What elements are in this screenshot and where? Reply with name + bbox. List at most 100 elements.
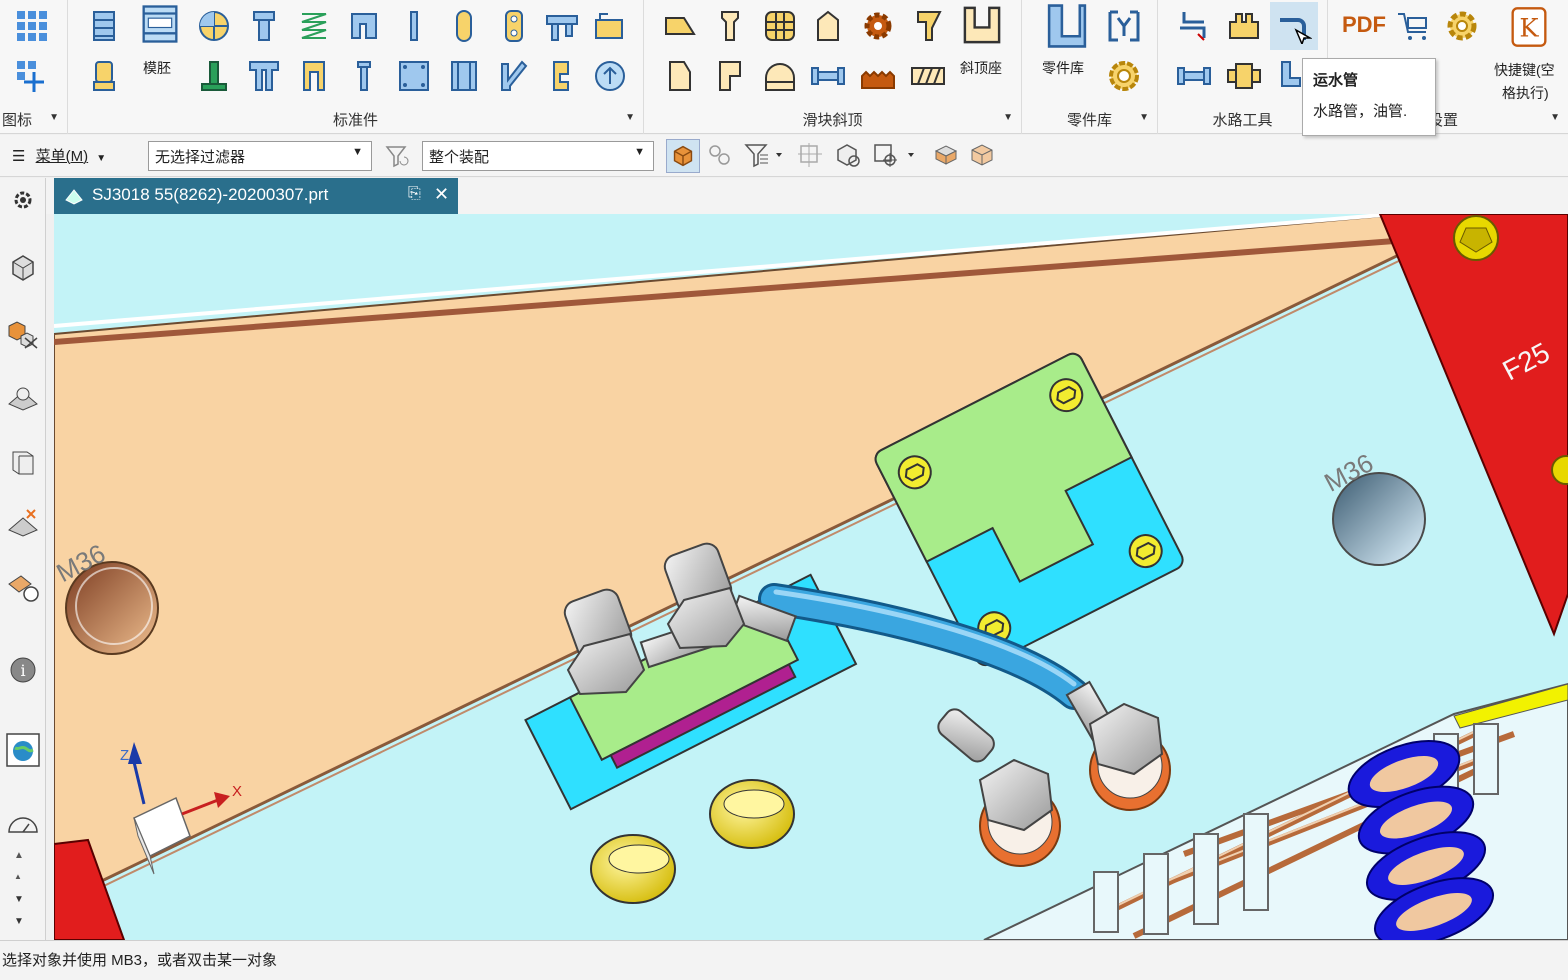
ejector-pin-icon[interactable] <box>84 56 124 96</box>
history-icon[interactable] <box>5 808 41 844</box>
tab-save-icon[interactable]: ⎘ <box>408 185 421 203</box>
cart-icon[interactable] <box>1394 6 1434 46</box>
group-caption-standard-parts[interactable]: 标准件 ▼ <box>68 109 643 130</box>
circle-arrow-icon[interactable] <box>590 56 630 96</box>
scroll-up-icon[interactable]: ▲ <box>14 850 24 861</box>
assembly-scope-dropdown[interactable]: 整个装配 ▼ <box>422 141 654 171</box>
parts-library-label: 零件库 <box>1042 60 1084 76</box>
view-box-icon[interactable] <box>932 141 960 169</box>
hatched-plate-icon[interactable] <box>908 56 948 96</box>
menu-button[interactable]: ☰ 菜单(M) ▼ <box>12 145 106 166</box>
info-icon[interactable]: i <box>5 652 41 688</box>
document-tab-bar: SJ3018 55(8262)-20200307.prt ⎘ ✕ <box>46 178 1568 214</box>
filter-reset-icon[interactable] <box>384 143 410 169</box>
group-caption-parts-library[interactable]: 零件库 ▼ <box>1022 109 1157 130</box>
chevron-down-icon: ▼ <box>96 153 107 164</box>
grid-move-icon[interactable] <box>12 56 52 96</box>
mold-base-icon[interactable] <box>138 0 182 48</box>
lifter-seat-icon[interactable] <box>958 0 1006 50</box>
plate-holes-icon[interactable] <box>394 56 434 96</box>
svg-text:K: K <box>1519 13 1539 43</box>
part-navigator-icon[interactable] <box>5 250 41 286</box>
guide-post-icon[interactable] <box>194 56 234 96</box>
locating-ring-icon[interactable] <box>194 6 234 46</box>
l-block-icon[interactable] <box>710 56 750 96</box>
settings-icon[interactable] <box>5 182 41 218</box>
angle-pin-icon[interactable] <box>494 56 534 96</box>
stop-pin-icon[interactable] <box>542 6 582 46</box>
snap-crosshair-icon[interactable] <box>872 141 920 169</box>
hook-icon[interactable] <box>542 56 582 96</box>
model-canvas[interactable]: F25 M36 M36 Z X <box>54 214 1568 940</box>
part-file-icon <box>64 186 84 206</box>
graphics-viewport[interactable]: F25 M36 M36 Z X <box>54 214 1568 940</box>
snap-point-icon[interactable] <box>796 141 824 169</box>
connector-icon[interactable] <box>1174 56 1214 96</box>
tooltip-title: 运水管 <box>1313 72 1359 89</box>
web-browser-icon[interactable] <box>5 570 41 606</box>
hd3d-tools-icon[interactable] <box>5 506 41 542</box>
filter-list-icon[interactable] <box>744 141 784 169</box>
ejector-plate-icon[interactable] <box>84 6 124 46</box>
document-tab-title: SJ3018 55(8262)-20200307.prt <box>92 185 329 204</box>
scroll-up-small-icon[interactable]: ▲ <box>14 872 22 881</box>
pin-icon[interactable] <box>394 6 434 46</box>
settings-gear-icon[interactable] <box>1442 6 1482 46</box>
slider-icon[interactable] <box>660 6 700 46</box>
wedge-icon[interactable] <box>908 6 948 46</box>
link-plate-icon[interactable] <box>494 6 534 46</box>
cylinder-h-icon[interactable] <box>808 56 848 96</box>
select-features-icon[interactable] <box>706 141 734 169</box>
selection-toolbar: ☰ 菜单(M) ▼ 无选择过滤器 ▼ 整个装配 ▼ <box>0 135 1568 177</box>
parts-library-icon[interactable] <box>1042 0 1092 52</box>
block-icon[interactable] <box>294 56 334 96</box>
mold-base-label: 模胚 <box>143 60 171 76</box>
folder-part-icon[interactable] <box>590 6 630 46</box>
grid-apps-icon[interactable] <box>12 6 52 46</box>
slider-body-icon[interactable] <box>660 56 700 96</box>
selection-filter-dropdown[interactable]: 无选择过滤器 ▼ <box>148 141 372 171</box>
reuse-library-icon[interactable] <box>5 444 41 480</box>
grid-block-icon[interactable] <box>760 6 800 46</box>
axis-x-label: X <box>232 783 242 800</box>
spring-icon[interactable] <box>294 6 334 46</box>
plug-icon[interactable] <box>1224 56 1264 96</box>
axis-z-label: Z <box>120 747 129 764</box>
y-frame-icon[interactable] <box>1104 6 1144 46</box>
nut-icon[interactable] <box>1104 56 1144 96</box>
u-channel-icon[interactable] <box>1224 6 1264 46</box>
tooltip: 运水管 水路管，油管. <box>1302 58 1436 136</box>
constraint-navigator-icon[interactable] <box>5 380 41 416</box>
sprue-bushing-icon[interactable] <box>244 6 284 46</box>
close-icon[interactable]: ✕ <box>434 184 449 205</box>
water-pipe-icon[interactable] <box>1270 2 1318 50</box>
select-body-icon[interactable] <box>666 139 700 173</box>
k-hotkey-icon[interactable]: K <box>1506 4 1552 50</box>
water-line-icon[interactable] <box>1174 6 1214 46</box>
screw-icon[interactable] <box>344 56 384 96</box>
menu-label: 菜单(M) <box>35 148 89 165</box>
document-tab[interactable]: SJ3018 55(8262)-20200307.prt ⎘ ✕ <box>54 178 458 214</box>
rack-icon[interactable] <box>858 56 898 96</box>
support-block-icon[interactable] <box>344 6 384 46</box>
scroll-end-icon[interactable]: ▼ <box>14 916 24 927</box>
group-caption-slider-lifter[interactable]: 滑块斜顶 ▼ <box>644 109 1021 130</box>
lifter-pin-icon[interactable] <box>710 6 750 46</box>
arch-block-icon[interactable] <box>760 56 800 96</box>
hamburger-icon: ☰ <box>12 148 26 165</box>
tooltip-description: 水路管，油管. <box>1313 103 1408 120</box>
scroll-down-icon[interactable]: ▼ <box>14 894 24 905</box>
group-caption-icons[interactable]: 图标 ▼ <box>0 109 67 130</box>
gear-icon[interactable] <box>858 6 898 46</box>
assembly-navigator-icon[interactable] <box>5 316 41 352</box>
globe-window-icon[interactable] <box>5 732 41 768</box>
snap-cube-icon[interactable] <box>834 141 862 169</box>
house-block-icon[interactable] <box>808 6 848 46</box>
pdf-icon[interactable]: PDF <box>1342 12 1386 38</box>
t-slot-icon[interactable] <box>244 56 284 96</box>
view-cube-icon[interactable] <box>968 141 996 169</box>
insert-icon[interactable] <box>444 56 484 96</box>
ribbon-group-standard-parts: 模胚 标准件 ▼ <box>68 0 644 134</box>
selection-filter-value: 无选择过滤器 <box>155 149 246 166</box>
capsule-icon[interactable] <box>444 6 484 46</box>
